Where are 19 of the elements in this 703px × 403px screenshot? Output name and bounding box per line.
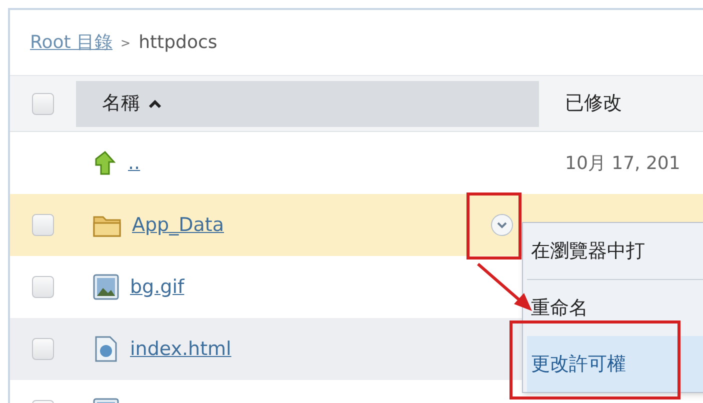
chevron-down-icon — [497, 221, 507, 229]
file-name-link[interactable]: App_Data — [132, 210, 224, 240]
file-name-link[interactable]: bg.gif — [130, 272, 184, 302]
file-name-link[interactable]: .. — [128, 148, 140, 178]
file-name-link[interactable]: index.html — [130, 334, 232, 364]
modified-date: 10月 17, 201 — [565, 152, 680, 174]
breadcrumb-separator: > — [120, 34, 131, 52]
checkbox[interactable] — [32, 338, 54, 360]
checkbox[interactable] — [32, 92, 54, 114]
breadcrumb-link[interactable]: Root 目錄 — [30, 29, 113, 56]
breadcrumb-current: httpdocs — [138, 31, 218, 55]
image-file-icon — [92, 273, 120, 301]
sort-ascending-icon — [148, 98, 162, 108]
menu-item[interactable]: 更改許可權 — [527, 336, 703, 392]
column-header[interactable]: 已修改 — [539, 80, 703, 126]
column-header[interactable]: 名稱 — [76, 80, 539, 126]
row-actions-button[interactable] — [491, 214, 513, 236]
checkbox[interactable] — [32, 276, 54, 298]
checkbox[interactable] — [32, 214, 54, 236]
